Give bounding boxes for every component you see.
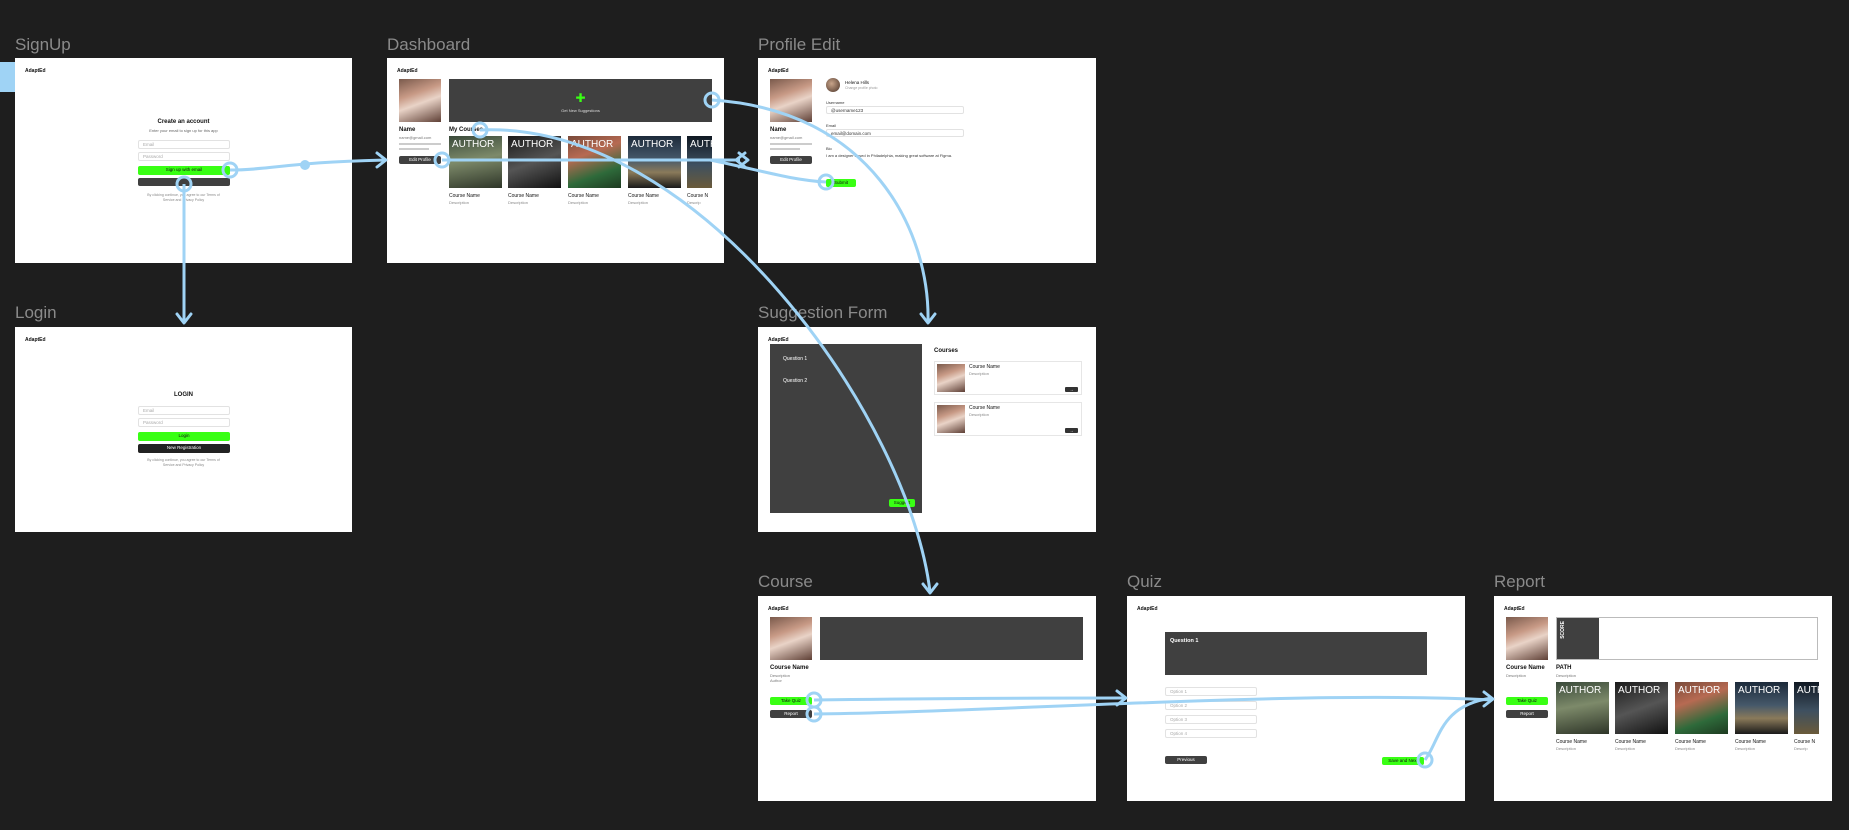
- connector-suggest-suggestionform: [711, 98, 930, 323]
- connector-courses-course: [479, 128, 932, 593]
- connector-quiz-report: [1423, 696, 1493, 761]
- prototype-connectors: [175, 91, 1495, 769]
- connector-midpoint: [300, 160, 310, 170]
- connector-profile-submit: [709, 158, 827, 184]
- connector-takequiz-quiz: [813, 696, 1127, 702]
